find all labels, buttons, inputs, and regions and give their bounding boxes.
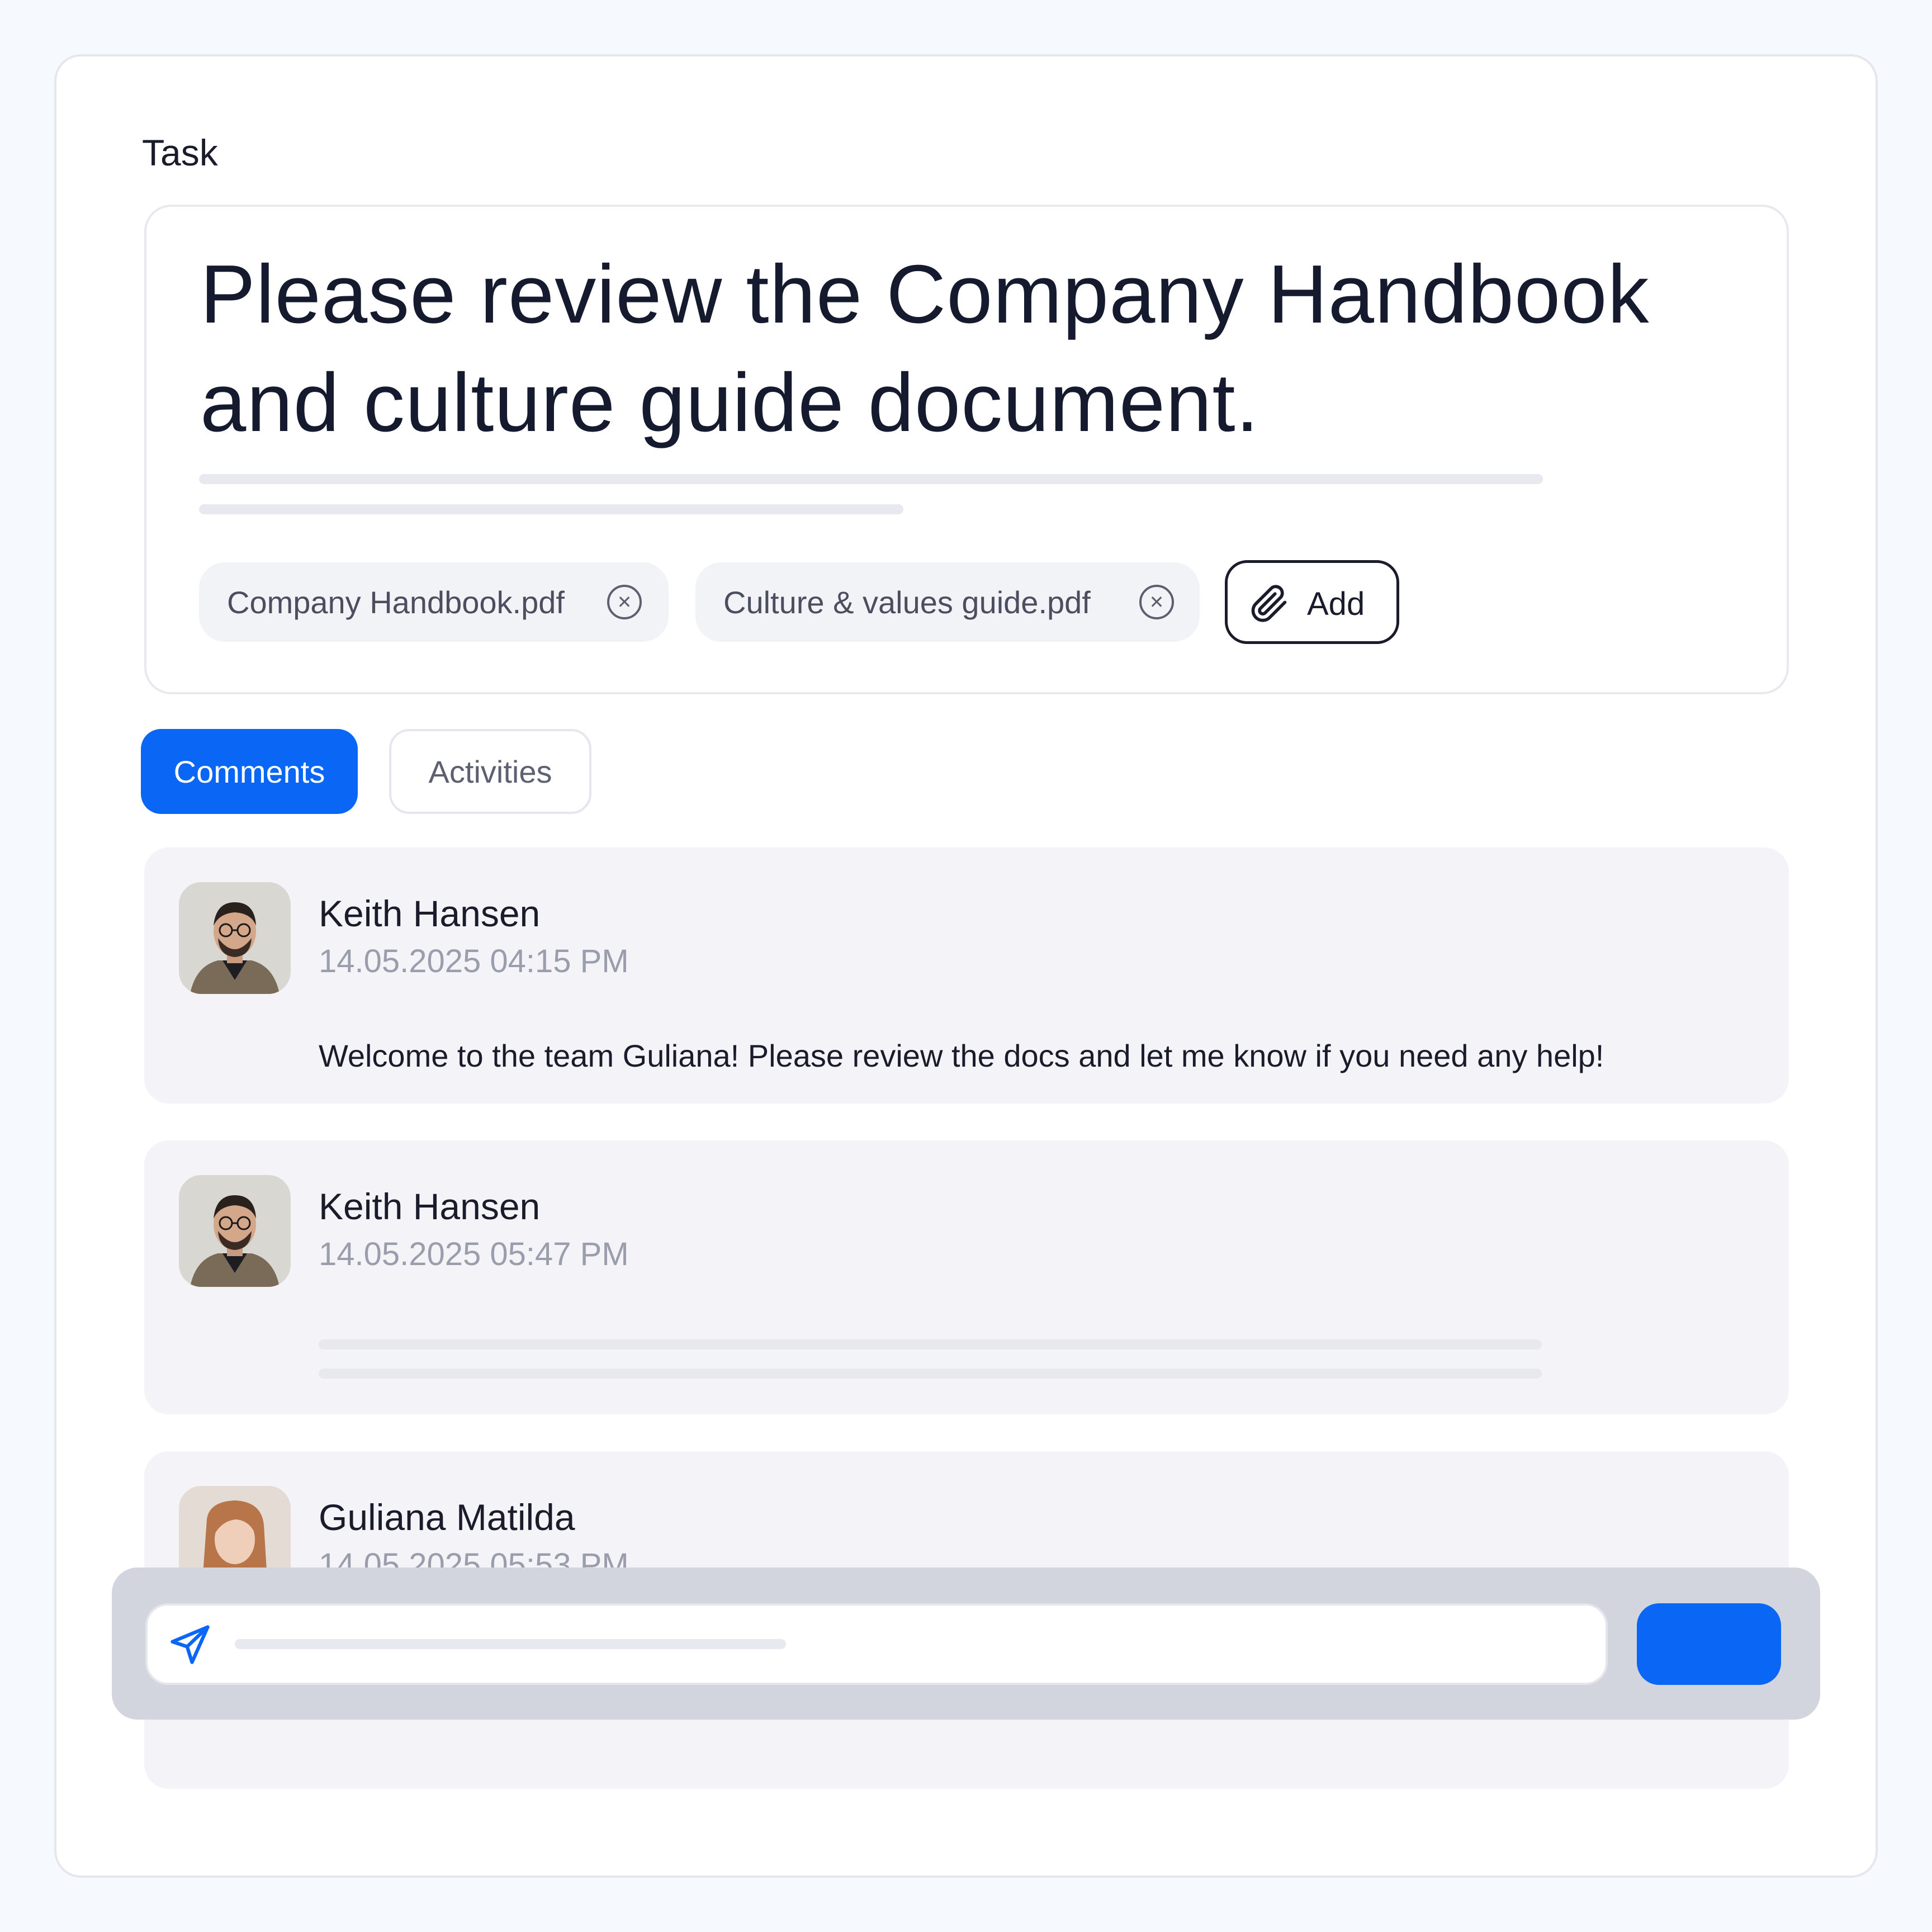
comment-timestamp: 14.05.2025 04:15 PM [319,943,629,979]
comment-author: Guliana Matilda [319,1497,575,1538]
close-circle-icon[interactable]: ✕ [607,585,642,619]
avatar-photo [179,882,291,994]
comment-card: Keith Hansen 14.05.2025 05:47 PM [144,1140,1789,1414]
submit-comment-button[interactable] [1637,1603,1781,1685]
send-icon[interactable] [167,1621,214,1668]
comment-placeholder-line [319,1368,1542,1379]
comment-composer [112,1568,1820,1720]
add-attachment-button[interactable]: Add [1225,560,1399,644]
avatar [179,882,291,994]
comment-card: Keith Hansen 14.05.2025 04:15 PM Welcome… [144,847,1789,1104]
attachment-chip[interactable]: Culture & values guide.pdf ✕ [695,562,1200,642]
paperclip-icon [1251,585,1287,622]
attachment-name: Company Handbook.pdf [227,584,565,620]
input-placeholder-line [235,1639,786,1649]
comment-author: Keith Hansen [319,893,541,934]
description-placeholder-line [199,504,903,514]
task-title: Please review the Company Handbook and c… [200,248,1650,449]
comment-timestamp: 14.05.2025 05:47 PM [319,1236,629,1272]
tab-activities[interactable]: Activities [389,729,591,814]
attachment-name: Culture & values guide.pdf [723,584,1091,620]
add-button-label: Add [1307,586,1365,622]
section-label: Task [142,132,218,173]
comment-text: Welcome to the team Guliana! Please revi… [319,1038,1604,1073]
comment-placeholder-line [319,1339,1542,1349]
tab-comments[interactable]: Comments [141,729,358,814]
description-placeholder-line [199,474,1543,484]
attachment-chip[interactable]: Company Handbook.pdf ✕ [199,562,669,642]
avatar-photo [179,1175,291,1287]
avatar [179,1175,291,1287]
comment-input[interactable] [145,1603,1608,1685]
close-circle-icon[interactable]: ✕ [1139,585,1174,619]
task-box: Please review the Company Handbook and c… [144,205,1789,694]
comment-author: Keith Hansen [319,1186,541,1227]
